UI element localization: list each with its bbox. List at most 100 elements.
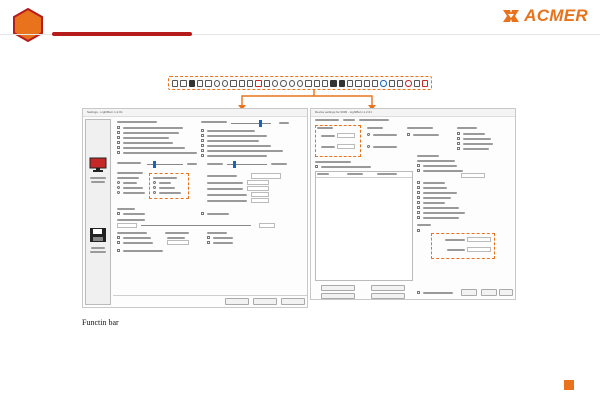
- checkbox[interactable]: [417, 206, 420, 209]
- checkbox[interactable]: [315, 165, 318, 168]
- checkbox[interactable]: [117, 131, 120, 134]
- camera-icon[interactable]: [380, 79, 387, 87]
- checkbox[interactable]: [417, 201, 420, 204]
- new-file-icon[interactable]: [172, 79, 179, 87]
- offset-icon[interactable]: [405, 79, 412, 87]
- frame-icon[interactable]: [313, 79, 320, 87]
- open-file-icon[interactable]: [180, 79, 187, 87]
- monitor-icon[interactable]: [89, 157, 107, 173]
- checkbox[interactable]: [417, 216, 420, 219]
- checkbox[interactable]: [457, 137, 460, 140]
- undo-icon[interactable]: [213, 79, 220, 87]
- slider-handle[interactable]: [259, 120, 262, 127]
- checkbox[interactable]: [417, 196, 420, 199]
- import-button[interactable]: [321, 293, 355, 299]
- checkbox[interactable]: [207, 236, 210, 239]
- checkbox[interactable]: [117, 241, 120, 244]
- radio[interactable]: [117, 181, 120, 184]
- radio[interactable]: [117, 186, 120, 189]
- add-button[interactable]: [321, 285, 355, 291]
- monitor-small-icon[interactable]: [321, 79, 329, 87]
- cut-icon[interactable]: [230, 79, 237, 87]
- radio[interactable]: [367, 133, 370, 136]
- slider-handle[interactable]: [233, 161, 236, 168]
- checkbox[interactable]: [457, 142, 460, 145]
- ok-button[interactable]: [461, 289, 477, 296]
- number-field[interactable]: [337, 133, 355, 138]
- apply-button[interactable]: [499, 289, 513, 296]
- checkbox[interactable]: [417, 211, 420, 214]
- checkbox[interactable]: [117, 146, 120, 149]
- paste-icon[interactable]: [246, 79, 254, 87]
- export-button[interactable]: [371, 293, 405, 299]
- save-as-icon[interactable]: [196, 79, 204, 87]
- checkbox[interactable]: [201, 129, 204, 132]
- number-field[interactable]: [259, 223, 275, 228]
- checkbox[interactable]: [117, 249, 120, 252]
- grid-icon[interactable]: [388, 79, 395, 87]
- redo-icon[interactable]: [221, 79, 229, 87]
- checkbox[interactable]: [117, 136, 120, 139]
- zoom-page-icon[interactable]: [296, 79, 304, 87]
- number-field[interactable]: [461, 173, 485, 178]
- cancel-button[interactable]: [253, 298, 277, 305]
- align-icon[interactable]: [346, 79, 354, 87]
- number-field[interactable]: [251, 198, 269, 203]
- number-field[interactable]: [337, 144, 355, 149]
- checkbox[interactable]: [417, 291, 420, 294]
- zoom-in-icon[interactable]: [271, 79, 279, 87]
- checkbox[interactable]: [201, 212, 204, 215]
- radio[interactable]: [153, 181, 156, 184]
- tab-additional-settings[interactable]: [359, 119, 389, 121]
- checkbox[interactable]: [117, 236, 120, 239]
- settings-icon[interactable]: [330, 79, 337, 87]
- checkbox[interactable]: [201, 139, 204, 142]
- import-icon[interactable]: [205, 79, 212, 87]
- trace-image-icon[interactable]: [305, 79, 312, 87]
- tab-basic-settings[interactable]: [315, 119, 339, 121]
- checkbox[interactable]: [201, 144, 204, 147]
- checkbox[interactable]: [117, 212, 120, 215]
- checkbox[interactable]: [457, 132, 460, 135]
- floppy-disk-icon[interactable]: [89, 227, 107, 243]
- checkbox[interactable]: [117, 151, 120, 154]
- move-icon[interactable]: [263, 79, 270, 87]
- checkbox[interactable]: [207, 241, 210, 244]
- apply-button[interactable]: [281, 298, 305, 305]
- save-icon[interactable]: [188, 79, 195, 87]
- mirror-icon[interactable]: [371, 79, 379, 87]
- cancel-button[interactable]: [481, 289, 497, 296]
- arrange-icon[interactable]: [355, 79, 362, 87]
- checkbox[interactable]: [407, 133, 410, 136]
- slider-track[interactable]: [231, 123, 271, 124]
- zoom-frame-icon[interactable]: [288, 79, 295, 87]
- copy-icon[interactable]: [238, 79, 245, 87]
- tab-gcode[interactable]: [343, 119, 355, 121]
- offset-table[interactable]: [315, 171, 413, 281]
- checkbox[interactable]: [417, 164, 420, 167]
- boolean-icon[interactable]: [413, 79, 420, 87]
- slider-handle[interactable]: [153, 161, 156, 168]
- number-field[interactable]: [467, 237, 491, 242]
- measure-icon[interactable]: [396, 79, 404, 87]
- radio[interactable]: [153, 186, 156, 189]
- zoom-out-icon[interactable]: [280, 79, 287, 87]
- checkbox[interactable]: [201, 154, 204, 157]
- checkbox[interactable]: [417, 181, 420, 184]
- checkbox[interactable]: [201, 149, 204, 152]
- number-field[interactable]: [117, 223, 137, 228]
- device-settings-icon[interactable]: [338, 79, 345, 87]
- checkbox[interactable]: [201, 134, 204, 137]
- checkbox[interactable]: [417, 191, 420, 194]
- node-edit-icon[interactable]: [421, 79, 429, 87]
- checkbox[interactable]: [457, 147, 460, 150]
- checkbox[interactable]: [117, 126, 120, 129]
- number-field[interactable]: [251, 192, 269, 197]
- checkbox[interactable]: [417, 229, 420, 232]
- delete-icon[interactable]: [255, 79, 262, 87]
- checkbox[interactable]: [117, 141, 120, 144]
- radio[interactable]: [117, 191, 120, 194]
- number-field[interactable]: [247, 186, 269, 191]
- delete-button[interactable]: [371, 285, 405, 291]
- checkbox[interactable]: [417, 169, 420, 172]
